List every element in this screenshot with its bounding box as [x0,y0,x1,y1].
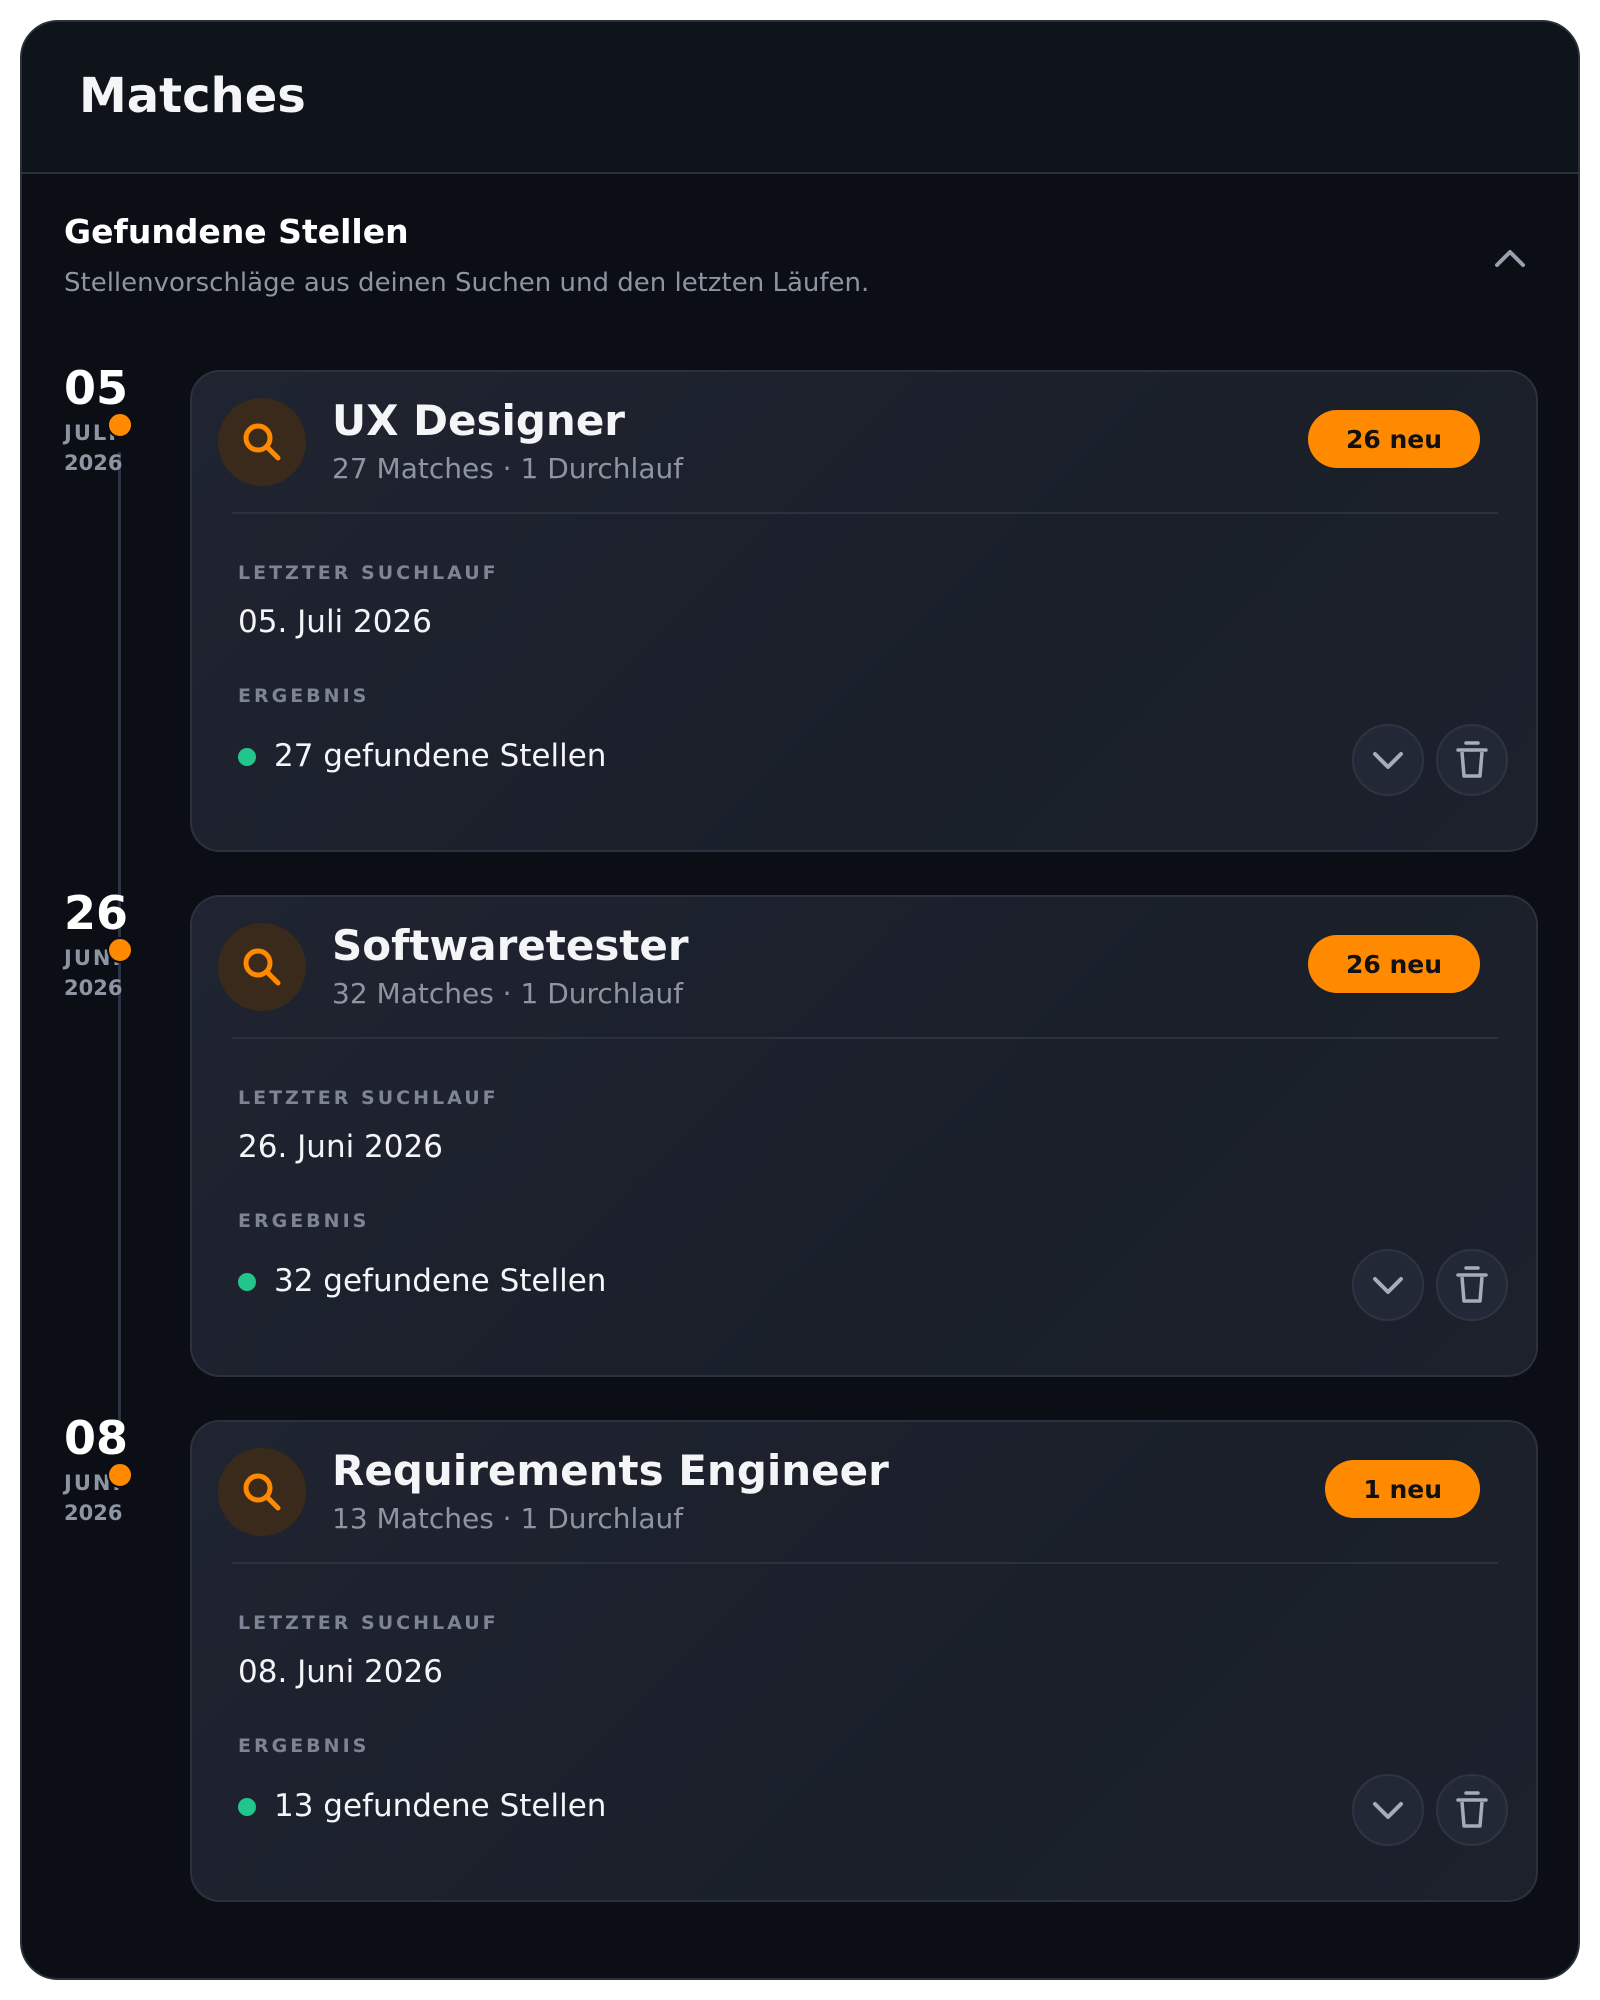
date-day: 05 [64,361,129,415]
result-value: 13 gefundene Stellen [274,1788,607,1824]
card-title: Softwaretester [332,921,689,970]
card-meta: 27 Matches · 1 Durchlauf [332,452,684,485]
date-day: 08 [64,1411,129,1465]
trash-icon [1456,741,1488,778]
collapse-section-button[interactable] [1488,236,1532,280]
date-day: 26 [64,886,129,940]
result-label: ERGEBNIS [238,685,370,707]
result-label: ERGEBNIS [238,1735,370,1757]
search-card: Softwaretester 32 Matches · 1 Durchlauf … [190,895,1538,1377]
last-run-value: 08. Juni 2026 [238,1654,443,1690]
chevron-up-icon [1495,250,1525,267]
search-icon [218,923,306,1011]
timeline-dot [107,1462,133,1488]
new-count-badge: 26 neu [1307,935,1480,993]
last-run-value: 26. Juni 2026 [238,1129,443,1165]
result-label: ERGEBNIS [238,1210,370,1232]
trash-icon [1456,1791,1488,1828]
chevron-down-icon [1373,1277,1403,1294]
page-title: Matches [79,68,306,124]
last-run-value: 05. Juli 2026 [238,604,432,640]
card-title: Requirements Engineer [332,1446,889,1495]
date-year: 2026 [64,451,123,475]
card-divider [232,1037,1498,1039]
new-count-badge: 26 neu [1307,410,1480,468]
search-card: Requirements Engineer 13 Matches · 1 Dur… [190,1420,1538,1902]
card-divider [232,512,1498,514]
status-dot [238,1798,256,1816]
date-year: 2026 [64,1501,123,1525]
expand-button[interactable] [1352,1249,1424,1321]
card-title: UX Designer [332,396,626,445]
timeline-dot [107,412,133,438]
expand-button[interactable] [1352,724,1424,796]
trash-icon [1456,1266,1488,1303]
delete-button[interactable] [1436,1774,1508,1846]
search-card: UX Designer 27 Matches · 1 Durchlauf 26 … [190,370,1538,852]
card-meta: 13 Matches · 1 Durchlauf [332,1502,684,1535]
result-value: 32 gefundene Stellen [274,1263,607,1299]
last-run-label: LETZTER SUCHLAUF [238,1612,499,1634]
last-run-label: LETZTER SUCHLAUF [238,562,499,584]
last-run-label: LETZTER SUCHLAUF [238,1087,499,1109]
new-count-badge: 1 neu [1325,1460,1480,1518]
chevron-down-icon [1373,1802,1403,1819]
date-year: 2026 [64,976,123,1000]
card-divider [232,1562,1498,1564]
search-icon [218,398,306,486]
timeline-dot [107,937,133,963]
search-icon [218,1448,306,1536]
expand-button[interactable] [1352,1774,1424,1846]
status-dot [238,1273,256,1291]
chevron-down-icon [1373,752,1403,769]
delete-button[interactable] [1436,724,1508,796]
matches-panel: Matches Gefundene Stellen Stellenvorschl… [20,20,1580,1980]
top-bar: Matches [22,22,1578,174]
section-subtitle: Stellenvorschläge aus deinen Suchen und … [64,268,870,298]
delete-button[interactable] [1436,1249,1508,1321]
section-title: Gefundene Stellen [64,212,409,251]
card-meta: 32 Matches · 1 Durchlauf [332,977,684,1010]
result-value: 27 gefundene Stellen [274,738,607,774]
status-dot [238,748,256,766]
